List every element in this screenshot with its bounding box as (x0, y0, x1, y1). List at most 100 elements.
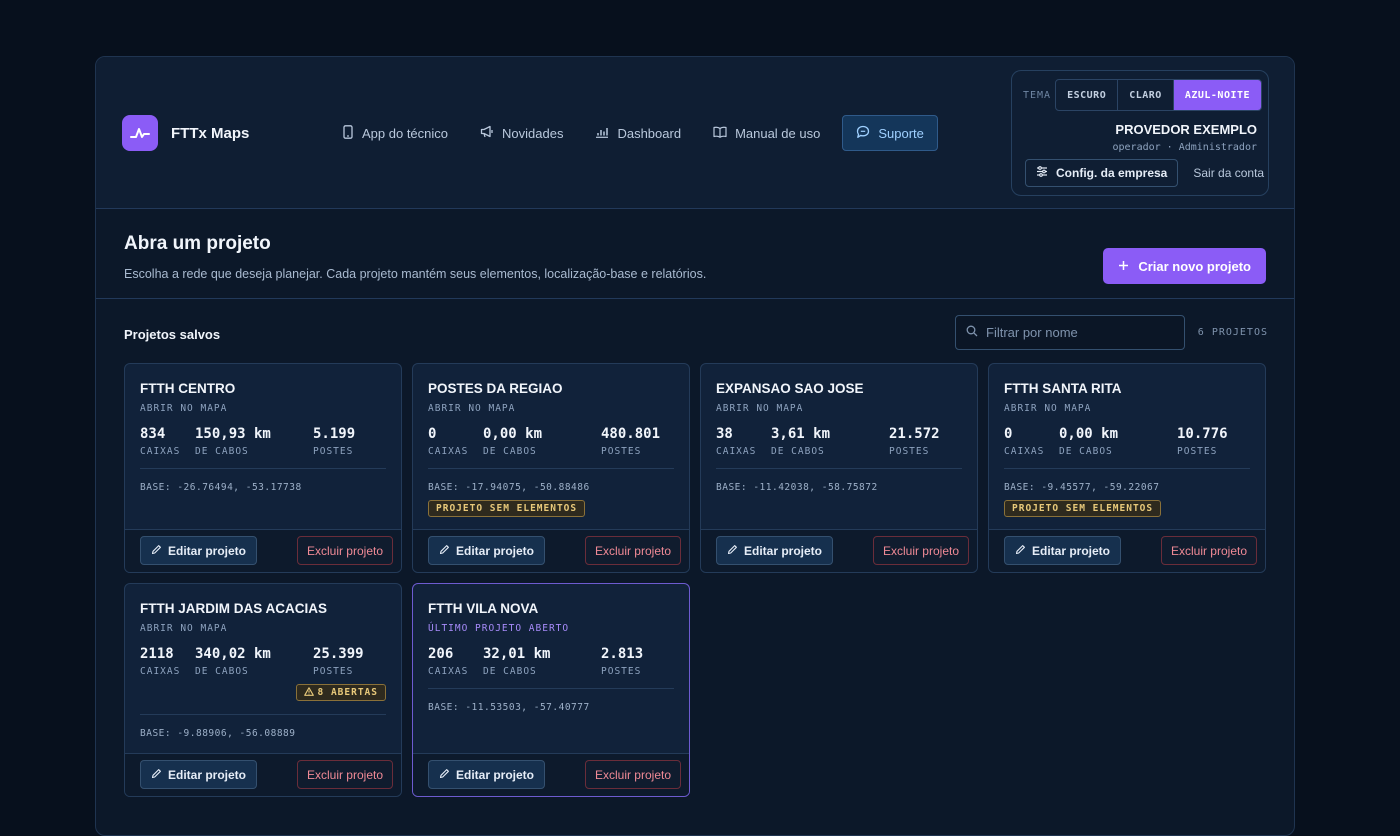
edit-project-label: Editar projeto (456, 543, 535, 558)
theme-option-azul-noite[interactable]: AZUL-NOITE (1173, 80, 1262, 110)
edit-project-label: Editar projeto (168, 767, 247, 782)
card-divider (140, 468, 386, 469)
open-issues-label: 8 ABERTAS (317, 687, 378, 698)
page-subtitle: Escolha a rede que deseja planejar. Cada… (124, 267, 707, 281)
sliders-icon (1036, 166, 1048, 180)
projects-toolbar: Projetos salvos 6 PROJETOS (96, 315, 1294, 365)
app-name: FTTx Maps (171, 124, 250, 142)
edit-project-button[interactable]: Editar projeto (716, 536, 834, 565)
app-shell: FTTx Maps App do técnico Novidades Dashb… (95, 56, 1295, 836)
delete-project-button[interactable]: Excluir projeto (296, 536, 393, 565)
bar-chart-icon (595, 126, 609, 141)
stat-label: CAIXAS (716, 446, 757, 457)
stat-label: POSTES (601, 446, 642, 457)
org-info: PROVEDOR EXEMPLO operador · Administrado… (1113, 122, 1258, 153)
stat-value: 21.572 (889, 426, 940, 442)
open-map-link[interactable]: ABRIR NO MAPA (716, 403, 803, 414)
stat-cabos: 32,01 km DE CABOS (483, 646, 550, 677)
stat-label: CAIXAS (140, 446, 181, 457)
app-logo[interactable]: FTTx Maps (122, 115, 249, 151)
nav-dashboard[interactable]: Dashboard (595, 115, 681, 151)
create-project-button[interactable]: Criar novo projeto (1103, 248, 1266, 284)
project-card[interactable]: FTTH JARDIM DAS ACACIAS ABRIR NO MAPA 21… (124, 583, 402, 797)
stat-label: CAIXAS (428, 446, 469, 457)
pencil-icon (439, 544, 450, 558)
pencil-icon (151, 768, 162, 782)
delete-project-button[interactable]: Excluir projeto (296, 760, 393, 789)
delete-project-button[interactable]: Excluir projeto (1160, 536, 1257, 565)
projects-title: Projetos salvos (124, 327, 221, 342)
stat-cabos: 0,00 km DE CABOS (483, 426, 542, 457)
edit-project-button[interactable]: Editar projeto (428, 536, 546, 565)
stat-label: DE CABOS (1059, 446, 1113, 457)
stat-label: POSTES (313, 666, 354, 677)
nav-app-tecnico[interactable]: App do técnico (342, 115, 448, 151)
stat-cabos: 340,02 km DE CABOS (195, 646, 271, 677)
stat-label: CAIXAS (428, 666, 469, 677)
search-input[interactable] (986, 325, 1166, 340)
stat-value: 0 (428, 426, 437, 442)
stat-value: 10.776 (1177, 426, 1228, 442)
edit-project-button[interactable]: Editar projeto (140, 760, 258, 789)
project-name: FTTH CENTRO (140, 381, 236, 396)
card-actions: Editar projeto Excluir projeto (413, 529, 689, 572)
last-opened-label[interactable]: ÚLTIMO PROJETO ABERTO (428, 623, 569, 634)
theme-option-escuro[interactable]: ESCURO (1056, 80, 1119, 110)
project-card[interactable]: FTTH CENTRO ABRIR NO MAPA 834 CAIXAS 150,… (124, 363, 402, 573)
project-card[interactable]: EXPANSAO SAO JOSE ABRIR NO MAPA 38 CAIXAS… (700, 363, 978, 573)
delete-project-button[interactable]: Excluir projeto (584, 536, 681, 565)
stat-cabos: 150,93 km DE CABOS (195, 426, 271, 457)
open-issues-badge[interactable]: 8 ABERTAS (295, 684, 386, 701)
route-icon (122, 115, 158, 151)
create-project-label: Criar novo projeto (1138, 258, 1251, 274)
nav-suporte[interactable]: Suporte (842, 115, 938, 151)
org-name: PROVEDOR EXEMPLO (1115, 122, 1257, 137)
stat-caixas: 834 CAIXAS (140, 426, 180, 457)
stat-value: 0 (1004, 426, 1013, 442)
project-name: FTTH JARDIM DAS ACACIAS (140, 601, 327, 616)
open-map-link[interactable]: ABRIR NO MAPA (140, 403, 227, 414)
nav-novidades[interactable]: Novidades (480, 115, 563, 151)
search-box (955, 315, 1185, 350)
edit-project-button[interactable]: Editar projeto (1004, 536, 1122, 565)
delete-project-button[interactable]: Excluir projeto (584, 760, 681, 789)
project-name: FTTH SANTA RITA (1004, 381, 1122, 396)
main-nav: App do técnico Novidades Dashboard Manua… (342, 115, 938, 151)
empty-project-badge: PROJETO SEM ELEMENTOS (1004, 500, 1162, 517)
stat-label: CAIXAS (140, 666, 181, 677)
stat-label: DE CABOS (195, 446, 249, 457)
stat-cabos: 3,61 km DE CABOS (771, 426, 830, 457)
stat-postes: 480.801 POSTES (601, 426, 660, 457)
open-map-link[interactable]: ABRIR NO MAPA (428, 403, 515, 414)
project-name: POSTES DA REGIAO (428, 381, 563, 396)
theme-option-claro[interactable]: CLARO (1118, 80, 1174, 110)
stat-value: 2118 (140, 646, 174, 662)
project-card[interactable]: POSTES DA REGIAO ABRIR NO MAPA 0 CAIXAS 0… (412, 363, 690, 573)
open-map-link[interactable]: ABRIR NO MAPA (140, 623, 227, 634)
stat-postes: 25.399 POSTES (313, 646, 364, 677)
stat-value: 340,02 km (195, 646, 271, 662)
edit-project-button[interactable]: Editar projeto (428, 760, 546, 789)
stat-value: 2.813 (601, 646, 644, 662)
nav-manual[interactable]: Manual de uso (713, 115, 820, 151)
stat-value: 32,01 km (483, 646, 551, 662)
pencil-icon (151, 544, 162, 558)
stat-caixas: 38 CAIXAS (716, 426, 756, 457)
company-settings-button[interactable]: Config. da empresa (1025, 159, 1179, 187)
edit-project-label: Editar projeto (168, 543, 247, 558)
stat-value: 150,93 km (195, 426, 271, 442)
nav-label: Novidades (502, 125, 564, 141)
open-map-link[interactable]: ABRIR NO MAPA (1004, 403, 1091, 414)
logout-link[interactable]: Sair da conta (1193, 166, 1264, 180)
stat-postes: 2.813 POSTES (601, 646, 643, 677)
card-actions: Editar projeto Excluir projeto (125, 753, 401, 796)
delete-project-button[interactable]: Excluir projeto (872, 536, 969, 565)
card-actions: Editar projeto Excluir projeto (701, 529, 977, 572)
stat-postes: 21.572 POSTES (889, 426, 940, 457)
stat-postes: 5.199 POSTES (313, 426, 355, 457)
project-card-recent[interactable]: FTTH VILA NOVA ÚLTIMO PROJETO ABERTO 206… (412, 583, 690, 797)
project-card[interactable]: FTTH SANTA RITA ABRIR NO MAPA 0 CAIXAS 0,… (988, 363, 1266, 573)
pencil-icon (439, 768, 450, 782)
project-name: FTTH VILA NOVA (428, 601, 539, 616)
edit-project-button[interactable]: Editar projeto (140, 536, 258, 565)
